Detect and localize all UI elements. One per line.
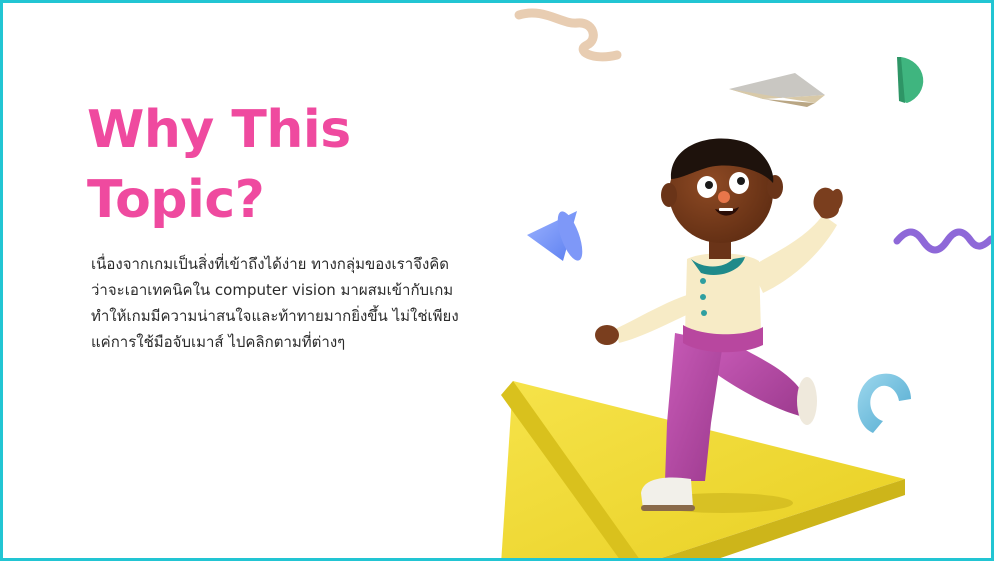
paper-plane-shape [729, 73, 825, 107]
decorative-illustration [501, 8, 991, 558]
purple-wave-shape [893, 228, 991, 254]
slide: Why This Topic? เนื่องจากเกมเป็นสิ่งที่เ… [0, 0, 994, 561]
beige-squiggle-shape [514, 8, 622, 62]
blue-cone-shape [527, 211, 583, 261]
blue-magnet-arc-shape [857, 373, 911, 433]
